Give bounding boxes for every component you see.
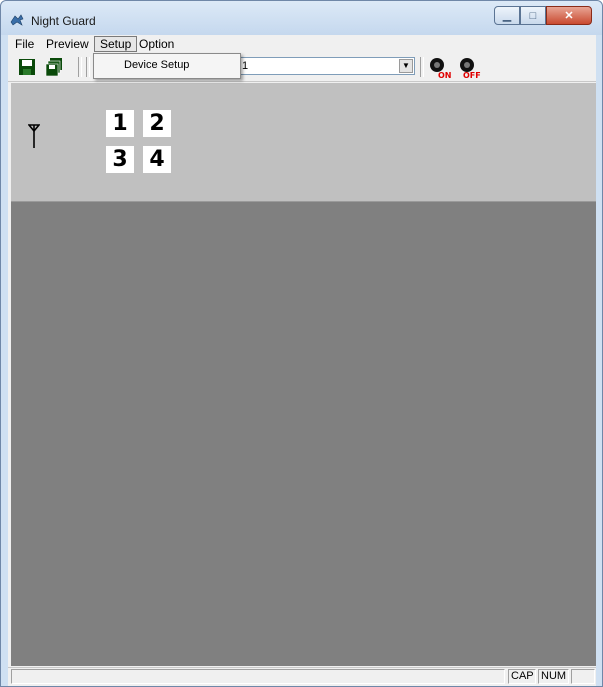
setup-dropdown-menu: Device Setup: [93, 53, 241, 79]
main-window: Night Guard ▁ □ ✕ File Preview Setup Opt…: [0, 0, 603, 687]
minimize-button[interactable]: ▁: [494, 6, 520, 25]
chevron-down-icon[interactable]: ▼: [399, 59, 413, 73]
status-bar: CAP NUM: [8, 667, 596, 686]
menu-option[interactable]: Option: [134, 36, 179, 52]
channel-3-button[interactable]: 3: [106, 146, 134, 173]
record-off-icon[interactable]: OFF: [457, 56, 485, 80]
antenna-icon: [28, 124, 40, 148]
channel-panel: 1 2 3 4: [11, 83, 596, 202]
maximize-button[interactable]: □: [520, 6, 546, 25]
save-all-icon[interactable]: [44, 58, 64, 76]
channel-1-button[interactable]: 1: [106, 110, 134, 137]
record-on-icon[interactable]: ON: [427, 56, 455, 80]
status-pane-scrl: [571, 669, 595, 684]
toolbar-separator: [86, 57, 90, 77]
toolbar-separator: [420, 57, 424, 77]
toolbar-separator: [78, 57, 82, 77]
window-title: Night Guard: [31, 14, 96, 28]
menu-file[interactable]: File: [10, 36, 39, 52]
title-bar[interactable]: Night Guard ▁ □ ✕: [1, 1, 602, 35]
status-num: NUM: [538, 669, 569, 684]
status-cap: CAP: [508, 669, 536, 684]
record-on-label: ON: [438, 71, 452, 80]
close-icon: ✕: [564, 10, 574, 22]
menu-preview[interactable]: Preview: [41, 36, 94, 52]
menu-setup[interactable]: Setup: [94, 36, 138, 52]
channel-combobox-value: 1: [242, 60, 249, 72]
caption-buttons: ▁ □ ✕: [494, 6, 592, 27]
channel-4-button[interactable]: 4: [143, 146, 171, 173]
record-off-label: OFF: [463, 71, 481, 80]
status-pane-main: [11, 669, 505, 684]
minimize-icon: ▁: [502, 10, 512, 22]
maximize-icon: □: [529, 9, 537, 22]
close-button[interactable]: ✕: [546, 6, 592, 25]
menu-item-device-setup[interactable]: Device Setup: [124, 59, 189, 71]
save-icon[interactable]: [17, 58, 37, 76]
night-guard-app-icon: [10, 14, 24, 26]
client-area: File Preview Setup Option 1 ▼ ON OFF Dev…: [8, 35, 596, 686]
video-view-area[interactable]: [11, 202, 596, 666]
menu-bar: File Preview Setup Option: [8, 35, 596, 53]
channel-2-button[interactable]: 2: [143, 110, 171, 137]
